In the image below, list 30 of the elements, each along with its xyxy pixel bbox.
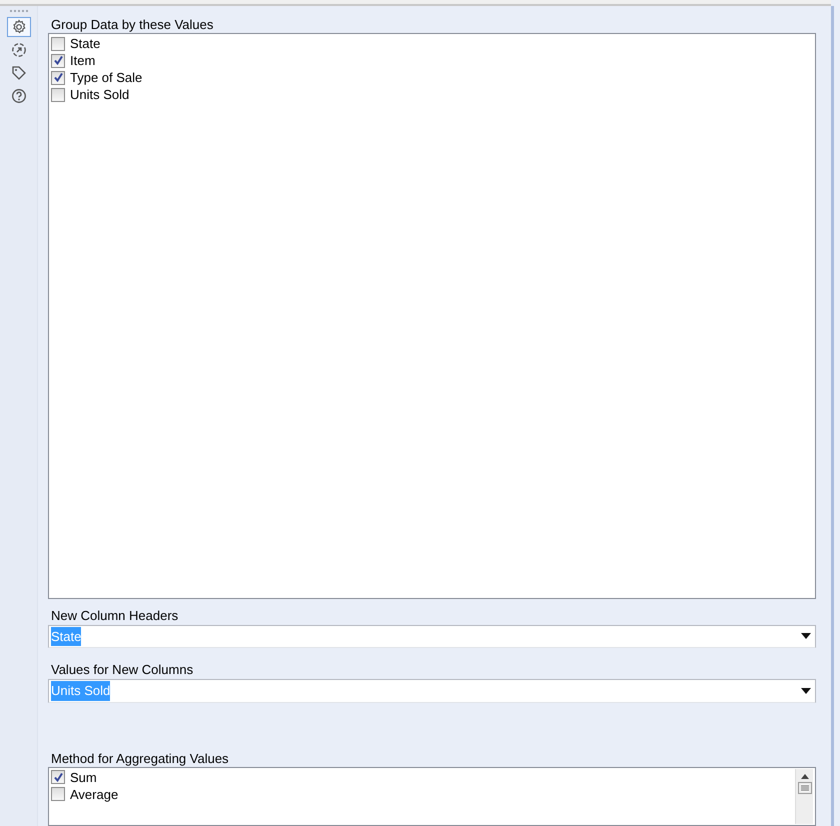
dropdown-value: Units Sold — [51, 681, 110, 701]
checkbox-label: State — [70, 34, 100, 53]
arrow-circle-icon — [10, 42, 26, 58]
checkbox-label: Units Sold — [70, 86, 130, 104]
dropdown-field[interactable]: Units Sold — [48, 679, 816, 703]
dropdown-value: State — [51, 626, 82, 646]
field-label: Values for New Columns — [51, 662, 194, 678]
checkbox-label: Type of Sale — [70, 68, 142, 87]
checkbox-label: Item — [70, 52, 96, 70]
dropdown-arrow-icon — [801, 688, 811, 694]
field-label: New Column Headers — [51, 608, 180, 624]
tool-button[interactable] — [6, 17, 30, 37]
gear-icon — [10, 19, 26, 35]
dropdown-arrow-icon — [801, 633, 811, 640]
checkbox[interactable] — [51, 70, 65, 84]
scroll-up-icon[interactable] — [800, 772, 810, 779]
checkbox-label: Sum — [70, 768, 97, 787]
field-label: Group Data by these Values — [51, 17, 214, 33]
checkbox[interactable] — [51, 88, 65, 102]
dropdown-field[interactable]: State — [48, 624, 816, 648]
tag-icon — [10, 65, 26, 81]
checkbox[interactable] — [51, 54, 65, 68]
scrollbar[interactable] — [795, 768, 813, 824]
checkbox-label: Average — [70, 786, 118, 804]
checkbox[interactable] — [51, 36, 65, 50]
scroll-thumb[interactable] — [798, 782, 812, 794]
checkbox[interactable] — [51, 770, 65, 784]
field-label: Method for Aggregating Values — [51, 750, 230, 767]
checkbox[interactable] — [51, 787, 65, 802]
help-icon — [10, 88, 26, 104]
